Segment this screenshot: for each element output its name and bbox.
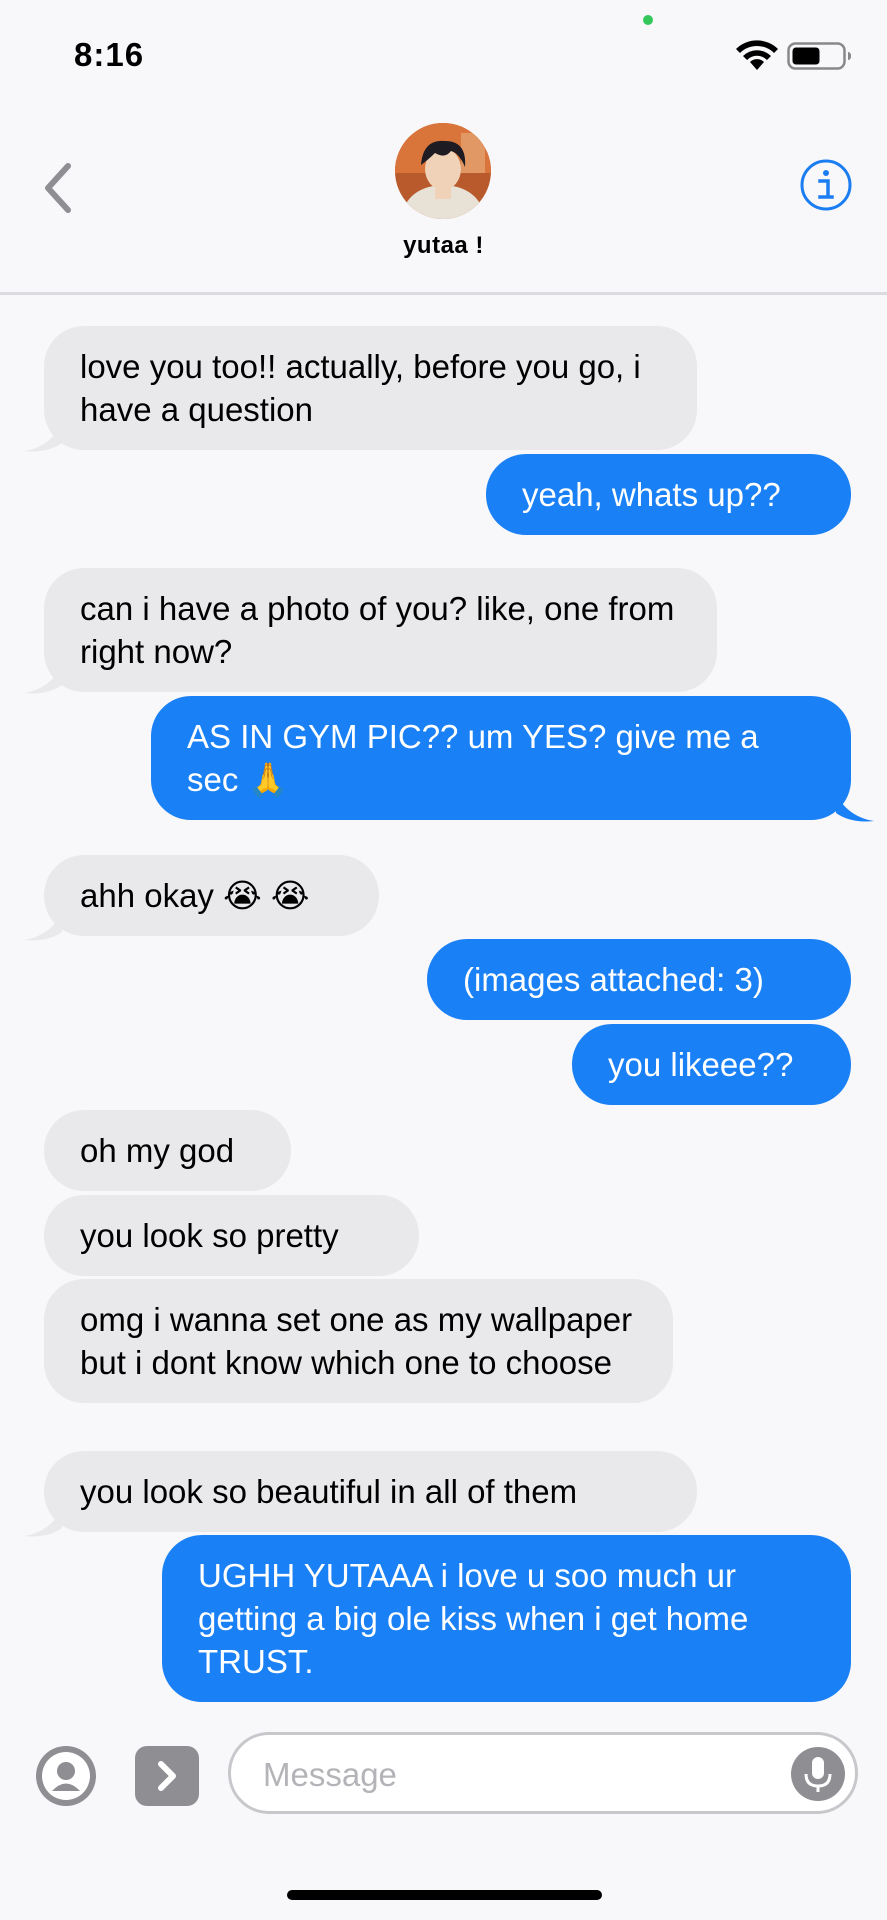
microphone-icon: [804, 1757, 832, 1792]
message-field[interactable]: [228, 1732, 858, 1814]
apps-button[interactable]: [36, 1746, 96, 1806]
received-message[interactable]: love you too!! actually, before you go, …: [44, 326, 697, 450]
bubble-tail: [836, 793, 874, 822]
sent-message[interactable]: you likeee??: [572, 1024, 851, 1105]
bubble-tail: [24, 912, 62, 941]
status-bar: 8:16: [0, 0, 887, 110]
message-input[interactable]: [261, 1750, 765, 1800]
info-icon[interactable]: [799, 158, 853, 212]
contact-name[interactable]: yutaa !: [0, 232, 887, 260]
battery-icon: [787, 42, 851, 70]
apps-icon: [42, 1752, 90, 1800]
back-chevron-icon[interactable]: [36, 158, 84, 218]
contact-avatar[interactable]: [395, 123, 491, 219]
message-text: oh my god: [80, 1132, 235, 1169]
expand-apps-button[interactable]: [135, 1746, 199, 1806]
sent-message[interactable]: yeah, whats up??: [486, 454, 851, 535]
received-message[interactable]: you look so pretty: [44, 1195, 419, 1276]
home-indicator[interactable]: [287, 1890, 602, 1900]
message-text: UGHH YUTAAA i love u soo much ur getting…: [198, 1557, 749, 1680]
sent-message[interactable]: (images attached: 3): [427, 939, 851, 1020]
message-text: you likeee??: [608, 1046, 794, 1083]
message-text: (images attached: 3): [463, 961, 764, 998]
message-text: omg i wanna set one as my wallpaper but …: [80, 1301, 633, 1381]
bubble-tail: [24, 1508, 62, 1537]
sent-message[interactable]: AS IN GYM PIC?? um YES? give me a sec 🙏: [151, 696, 851, 820]
message-text: you look so pretty: [80, 1217, 339, 1254]
chevron-right-icon: [158, 1761, 176, 1791]
conversation-header: yutaa !: [0, 110, 887, 295]
dictation-button[interactable]: [791, 1747, 845, 1801]
bubble-tail: [24, 423, 62, 452]
message-text: AS IN GYM PIC?? um YES? give me a sec 🙏: [187, 718, 759, 798]
received-message[interactable]: omg i wanna set one as my wallpaper but …: [44, 1279, 673, 1403]
sent-message[interactable]: UGHH YUTAAA i love u soo much ur getting…: [162, 1535, 851, 1702]
message-thread[interactable]: love you too!! actually, before you go, …: [0, 295, 887, 1735]
received-message[interactable]: oh my god: [44, 1110, 291, 1191]
message-composer: [0, 1718, 887, 1920]
status-time: 8:16: [74, 36, 145, 73]
avatar-image: [395, 123, 491, 219]
message-text: can i have a photo of you? like, one fro…: [80, 590, 675, 670]
message-text: you look so beautiful in all of them: [80, 1473, 578, 1510]
message-text: ahh okay 😭 😭: [80, 877, 310, 914]
message-text: yeah, whats up??: [522, 476, 781, 513]
message-text: love you too!! actually, before you go, …: [80, 348, 641, 428]
received-message[interactable]: can i have a photo of you? like, one fro…: [44, 568, 717, 692]
wifi-icon: [736, 40, 778, 70]
received-message[interactable]: you look so beautiful in all of them: [44, 1451, 697, 1532]
received-message[interactable]: ahh okay 😭 😭: [44, 855, 379, 936]
bubble-tail: [24, 665, 62, 694]
camera-indicator-dot: [643, 15, 653, 25]
